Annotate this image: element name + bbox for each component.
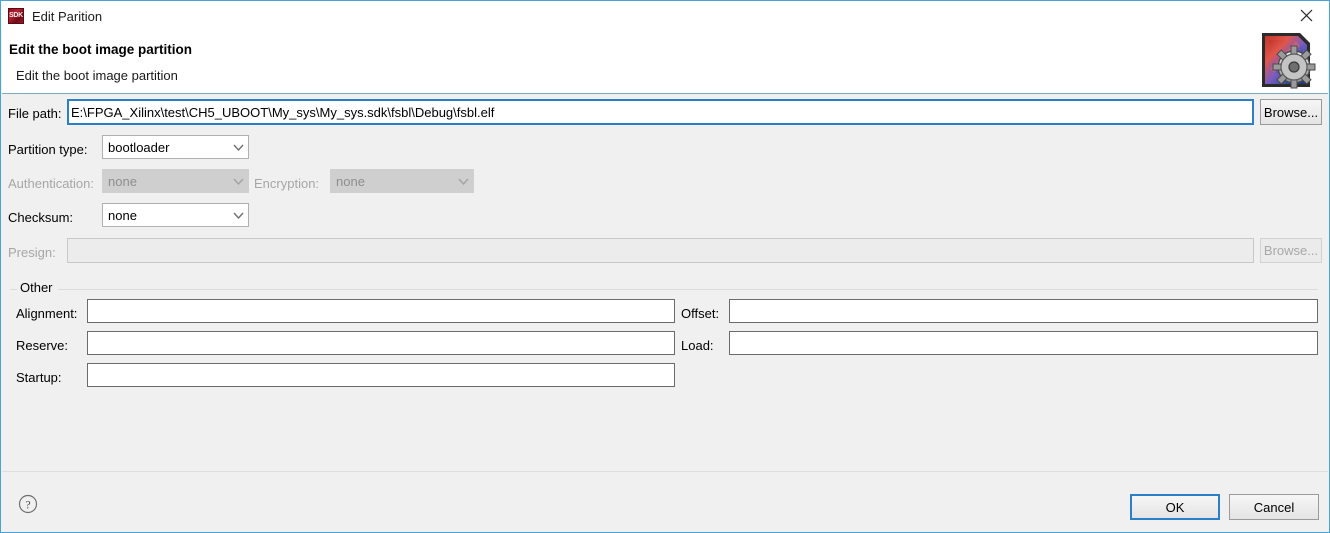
alignment-input[interactable] xyxy=(87,299,675,323)
reserve-label: Reserve: xyxy=(16,338,69,353)
startup-label: Startup: xyxy=(16,370,62,385)
authentication-label: Authentication: xyxy=(8,176,95,191)
ok-button[interactable]: OK xyxy=(1130,494,1220,520)
presign-label: Presign: xyxy=(8,245,56,260)
cancel-button[interactable]: Cancel xyxy=(1229,494,1319,520)
presign-input xyxy=(67,238,1254,263)
edit-partition-dialog: SDK Edit Parition Edit the boot image pa… xyxy=(0,0,1330,533)
startup-input[interactable] xyxy=(87,363,675,387)
reserve-input[interactable] xyxy=(87,331,675,355)
encryption-label: Encryption: xyxy=(254,176,320,191)
offset-input[interactable] xyxy=(729,299,1318,323)
partition-type-label: Partition type: xyxy=(8,142,88,157)
dialog-footer: ? OK Cancel xyxy=(2,471,1328,532)
checksum-value: none xyxy=(108,207,137,223)
encryption-combo: none xyxy=(330,169,474,193)
sdk-icon: SDK xyxy=(8,8,24,24)
page-title: Edit the boot image partition xyxy=(9,42,192,57)
help-glyph: ? xyxy=(18,494,38,514)
authentication-value: none xyxy=(108,173,137,189)
chevron-down-icon xyxy=(228,212,248,219)
window-title: Edit Parition xyxy=(32,8,103,24)
title-bar: SDK Edit Parition xyxy=(1,1,1329,31)
presign-browse-button: Browse... xyxy=(1260,238,1322,263)
page-subtitle: Edit the boot image partition xyxy=(16,68,178,83)
checksum-label: Checksum: xyxy=(8,210,74,225)
alignment-label: Alignment: xyxy=(16,306,78,321)
chevron-down-icon xyxy=(228,144,248,151)
partition-type-value: bootloader xyxy=(108,139,170,155)
sdk-boot-image-icon xyxy=(1262,33,1316,89)
svg-text:?: ? xyxy=(25,499,30,511)
partition-type-combo[interactable]: bootloader xyxy=(102,135,249,159)
checksum-combo[interactable]: none xyxy=(102,203,249,227)
help-icon[interactable]: ? xyxy=(18,494,38,514)
file-path-input[interactable] xyxy=(67,99,1254,125)
group-divider xyxy=(10,289,1318,290)
load-label: Load: xyxy=(681,338,714,353)
dialog-body: File path: Browse... Partition type: boo… xyxy=(2,94,1328,471)
authentication-combo: none xyxy=(102,169,249,193)
file-path-label: File path: xyxy=(8,106,62,121)
dialog-header: Edit the boot image partition Edit the b… xyxy=(2,31,1328,94)
encryption-value: none xyxy=(336,173,365,189)
other-group-label: Other xyxy=(17,280,58,295)
chevron-down-icon xyxy=(453,178,473,185)
load-input[interactable] xyxy=(729,331,1318,355)
offset-label: Offset: xyxy=(681,306,720,321)
file-path-browse-button[interactable]: Browse... xyxy=(1260,99,1322,125)
close-glyph xyxy=(1300,9,1312,22)
close-icon[interactable] xyxy=(1283,1,1329,30)
chevron-down-icon xyxy=(228,178,248,185)
